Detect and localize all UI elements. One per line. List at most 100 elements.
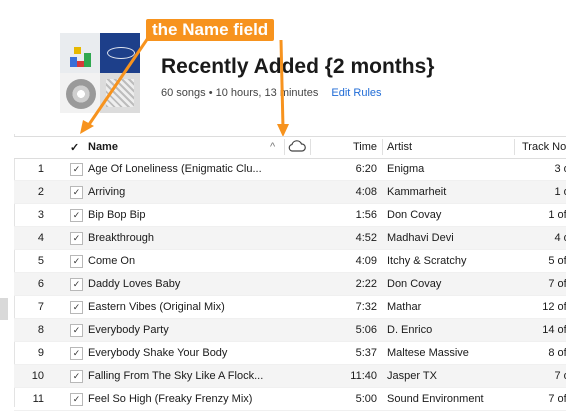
song-name: Bip Bop Bip: [88, 209, 146, 221]
song-artist: Mathar: [387, 301, 422, 313]
row-number: 3: [37, 209, 44, 221]
song-checkbox[interactable]: ✓: [70, 255, 83, 268]
playlist-artwork: [60, 33, 140, 113]
scroll-marker: [0, 298, 8, 320]
song-name: Arriving: [88, 186, 126, 198]
song-track: 8 of 14: [548, 347, 566, 359]
song-checkbox[interactable]: ✓: [70, 370, 83, 383]
table-row[interactable]: 6 ✓ Daddy Loves Baby 2:22 Don Covay 7 of…: [14, 273, 566, 296]
row-number: 11: [32, 393, 44, 405]
song-checkbox[interactable]: ✓: [70, 209, 83, 222]
annotation-label: the Name field: [146, 19, 275, 41]
song-track: 1 of 8: [554, 186, 566, 198]
column-header-track[interactable]: Track No: [522, 141, 566, 153]
row-number: 1: [37, 163, 44, 175]
column-header-time[interactable]: Time: [344, 141, 377, 153]
song-name: Come On: [88, 255, 136, 267]
song-time: 5:00: [355, 393, 377, 405]
song-artist: Sound Environment: [387, 393, 484, 405]
song-name: Feel So High (Freaky Frenzy Mix): [88, 393, 253, 405]
row-number: 4: [37, 232, 44, 244]
song-track: 7 of 7: [554, 370, 566, 382]
song-time: 5:37: [355, 347, 377, 359]
playlist-header: Recently Added {2 months} 60 songs • 10 …: [0, 0, 566, 134]
song-artist: D. Enrico: [387, 324, 433, 336]
album-art-tile: [60, 73, 100, 113]
table-row[interactable]: 5 ✓ Come On 4:09 Itchy & Scratchy 5 of 1…: [14, 250, 566, 273]
column-separator[interactable]: [284, 139, 285, 155]
song-artist: Kammarheit: [387, 186, 447, 198]
song-artist: Don Covay: [387, 209, 442, 221]
song-time: 4:52: [355, 232, 377, 244]
table-row[interactable]: 10 ✓ Falling From The Sky Like A Flock..…: [14, 365, 566, 388]
row-number: 6: [37, 278, 44, 290]
album-art-tile: [100, 73, 140, 113]
playlist-title: Recently Added {2 months}: [161, 55, 435, 78]
table-row[interactable]: 1 ✓ Age Of Loneliness (Enigmatic Clu... …: [14, 158, 566, 181]
song-time: 2:22: [355, 278, 377, 290]
song-track: 5 of 14: [548, 255, 566, 267]
song-checkbox[interactable]: ✓: [70, 347, 83, 360]
table-row[interactable]: 3 ✓ Bip Bop Bip 1:56 Don Covay 1 of 23: [14, 204, 566, 227]
row-number: 2: [37, 186, 44, 198]
table-row[interactable]: 4 ✓ Breakthrough 4:52 Madhavi Devi 4 of …: [14, 227, 566, 250]
column-header-artist[interactable]: Artist: [387, 141, 412, 153]
song-time: 1:56: [355, 209, 377, 221]
song-track: 7 of 23: [548, 278, 566, 290]
table-row[interactable]: 2 ✓ Arriving 4:08 Kammarheit 1 of 8: [14, 181, 566, 204]
song-artist: Don Covay: [387, 278, 442, 290]
table-row[interactable]: 11 ✓ Feel So High (Freaky Frenzy Mix) 5:…: [14, 388, 566, 411]
row-number: 5: [37, 255, 44, 267]
song-time: 7:32: [355, 301, 377, 313]
song-artist: Enigma: [387, 163, 425, 175]
song-artist: Maltese Massive: [387, 347, 469, 359]
row-number: 10: [31, 370, 44, 382]
song-track: 14 of 14: [542, 324, 566, 336]
song-name: Falling From The Sky Like A Flock...: [88, 370, 264, 382]
song-checkbox[interactable]: ✓: [70, 278, 83, 291]
row-number: 9: [37, 347, 44, 359]
table-row[interactable]: 9 ✓ Everybody Shake Your Body 5:37 Malte…: [14, 342, 566, 365]
album-art-tile: [100, 33, 140, 73]
song-name: Eastern Vibes (Original Mix): [88, 301, 225, 313]
table-row[interactable]: 7 ✓ Eastern Vibes (Original Mix) 7:32 Ma…: [14, 296, 566, 319]
song-checkbox[interactable]: ✓: [70, 232, 83, 245]
song-checkbox[interactable]: ✓: [70, 301, 83, 314]
column-header-name[interactable]: Name: [88, 141, 118, 153]
column-header-check[interactable]: ✓: [70, 141, 79, 154]
playlist-stats: 60 songs • 10 hours, 13 minutes Edit Rul…: [161, 87, 382, 99]
song-artist: Itchy & Scratchy: [387, 255, 467, 267]
cloud-icon[interactable]: [288, 140, 306, 155]
song-name: Breakthrough: [88, 232, 155, 244]
song-track: 7 of 14: [548, 393, 566, 405]
song-time: 5:06: [355, 324, 377, 336]
song-name: Daddy Loves Baby: [88, 278, 181, 290]
row-number: 8: [37, 324, 44, 336]
song-checkbox[interactable]: ✓: [70, 393, 83, 406]
column-separator[interactable]: [382, 139, 383, 155]
song-checkbox[interactable]: ✓: [70, 186, 83, 199]
song-artist: Madhavi Devi: [387, 232, 454, 244]
song-time: 6:20: [355, 163, 377, 175]
edit-rules-link[interactable]: Edit Rules: [331, 87, 381, 99]
song-name: Everybody Shake Your Body: [88, 347, 228, 359]
song-list: 1 ✓ Age Of Loneliness (Enigmatic Clu... …: [14, 158, 566, 411]
song-track: 12 of 14: [542, 301, 566, 313]
sort-ascending-icon[interactable]: ^: [270, 141, 275, 153]
song-track: 3 of 5: [554, 163, 566, 175]
song-time: 4:09: [355, 255, 377, 267]
song-checkbox[interactable]: ✓: [70, 163, 83, 176]
column-separator[interactable]: [310, 139, 311, 155]
song-track: 1 of 23: [548, 209, 566, 221]
column-separator[interactable]: [514, 139, 515, 155]
song-checkbox[interactable]: ✓: [70, 324, 83, 337]
song-name: Everybody Party: [88, 324, 169, 336]
song-time: 4:08: [355, 186, 377, 198]
column-header-row: ✓ Name ^ Time Artist Track No: [14, 136, 566, 159]
album-art-tile: [60, 33, 100, 73]
song-time: 11:40: [350, 370, 377, 382]
song-track: 4 of 6: [554, 232, 566, 244]
song-name: Age Of Loneliness (Enigmatic Clu...: [88, 163, 262, 175]
row-number: 7: [37, 301, 44, 313]
table-row[interactable]: 8 ✓ Everybody Party 5:06 D. Enrico 14 of…: [14, 319, 566, 342]
